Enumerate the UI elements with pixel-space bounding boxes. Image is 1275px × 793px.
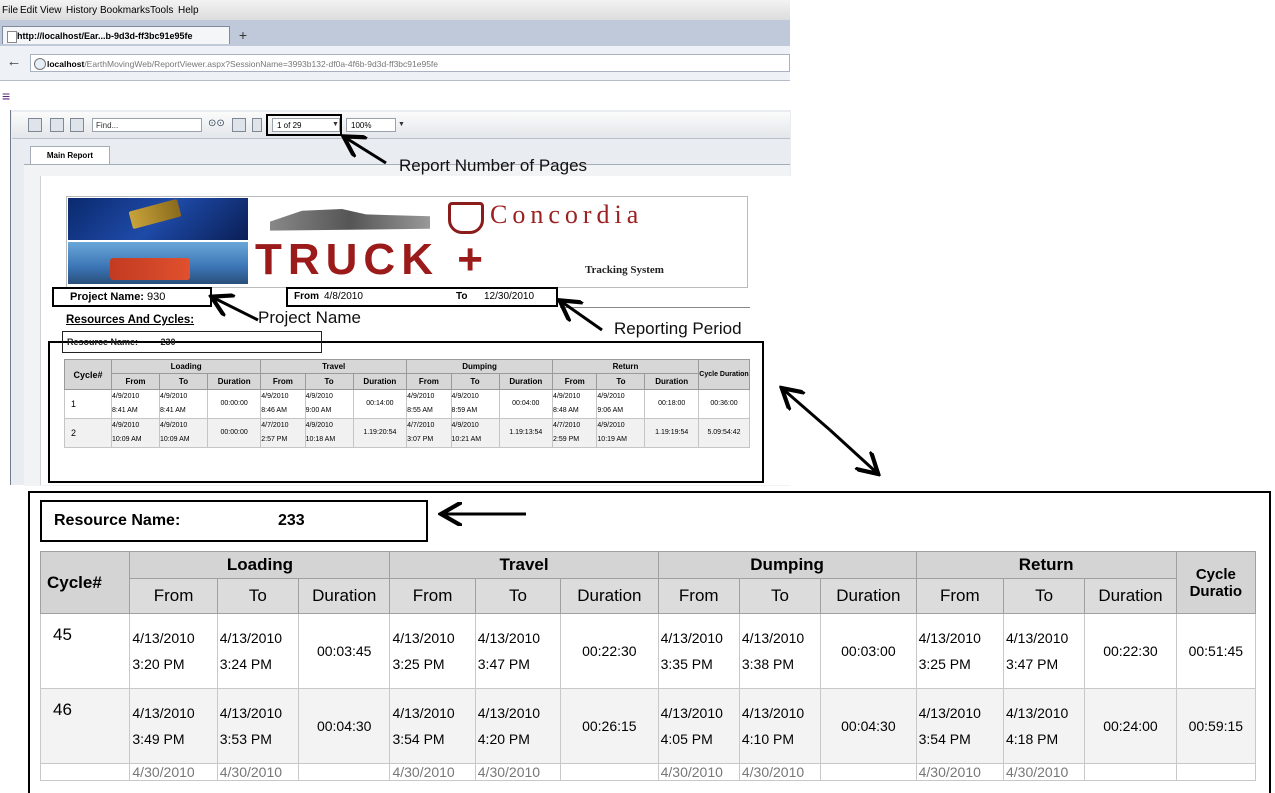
- arrow-link-down: [828, 428, 876, 472]
- arrow-link-up: [784, 390, 831, 432]
- arrow-period: [562, 302, 603, 332]
- annotation-arrows: [0, 0, 1275, 793]
- arrow-pages: [346, 138, 387, 165]
- arrow-project: [214, 298, 259, 322]
